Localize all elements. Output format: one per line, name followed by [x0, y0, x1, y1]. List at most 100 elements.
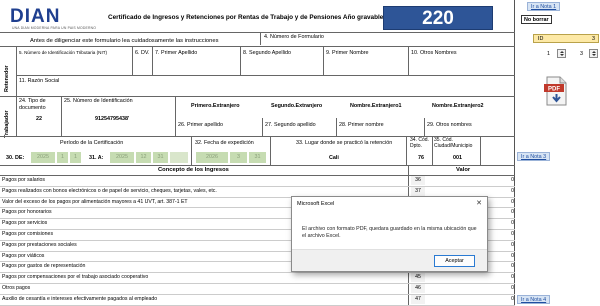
ext-header-2: Segundo.Extranjero: [271, 103, 323, 109]
row-label: Auxilio de cesantía e intereses efectiva…: [2, 295, 158, 302]
dian-logo: DIAN UNA DIAN MODERNA PARA UN PAIS MODER…: [10, 6, 96, 30]
row-label: Pagos por prestaciones sociales: [2, 241, 77, 248]
nota1-link[interactable]: Ir a Nota 1: [527, 2, 561, 11]
row-value[interactable]: 0: [507, 208, 514, 217]
de-day-field[interactable]: 1: [70, 152, 81, 163]
table-row: Pagos por salarios 36 0: [2, 176, 514, 185]
fecha-day-field[interactable]: 31: [249, 152, 266, 163]
primer-apellido-label: 7. Primer Apellido: [155, 50, 198, 56]
trab-otros-nombres-label: 29. Otros nombres: [427, 122, 472, 128]
page-from-spinner[interactable]: [557, 49, 566, 58]
no-borrar-label: No borrar: [521, 15, 552, 24]
row-label: Pagos por compensaciones por el trabajo …: [2, 274, 149, 281]
svg-text:PDF: PDF: [548, 87, 560, 93]
row-label: Valor del exceso de los pagos por alimen…: [2, 198, 188, 205]
ext-header-4: Nombre.Extranjero2: [432, 103, 484, 109]
de-month-field[interactable]: 1: [57, 152, 68, 163]
cod-depto-label: 34. Cód. Dpto.: [410, 137, 429, 149]
a-year-field[interactable]: 2025: [110, 152, 134, 163]
segundo-apellido-label: 8. Segundo Apellido: [243, 50, 291, 56]
row-value[interactable]: 0: [507, 295, 514, 304]
row-value[interactable]: 0: [507, 230, 514, 239]
page-to-spinner[interactable]: [589, 49, 598, 58]
row-value[interactable]: 0: [507, 262, 514, 271]
form-number-label: 4. Número de Formulario: [264, 34, 324, 40]
trab-primer-nombre-label: 28. Primer nombre: [339, 122, 384, 128]
excel-dialog: Microsoft Excel ✕ El archivo con formato…: [291, 196, 488, 272]
table-row: Otros pagos 46 0: [2, 284, 514, 293]
form-title: Certificado de Ingresos y Retenciones po…: [108, 14, 399, 21]
cod-ciudad-value: 001: [453, 155, 462, 161]
trabajador-section-label: Trabajador: [4, 110, 10, 138]
dv-label: 6. DV.: [135, 50, 150, 56]
form-number: 220: [383, 6, 493, 30]
row-value[interactable]: 0: [507, 273, 514, 282]
nota4-link[interactable]: Ir a Nota 4: [517, 295, 551, 304]
accept-button[interactable]: Aceptar: [434, 255, 475, 267]
ext-header-3: Nombre.Extranjero1: [350, 103, 402, 109]
dialog-footer: Aceptar: [292, 249, 487, 271]
de-year-field[interactable]: 2025: [31, 152, 55, 163]
row-label: Pagos por salarios: [2, 177, 45, 183]
dialog-title: Microsoft Excel: [297, 201, 335, 207]
nit-label: 5. Número de Identificación Tributaria (…: [19, 50, 108, 55]
tipo-documento-value: 22: [36, 116, 42, 122]
table-row: Auxilio de cesantía e intereses efectiva…: [2, 294, 514, 304]
ingresos-header-value: Valor: [456, 167, 471, 173]
numero-identificacion-label: 25. Número de Identificación: [64, 98, 133, 104]
row-number: 36: [411, 176, 425, 185]
row-label: Pagos por gastos de representación: [2, 263, 86, 270]
trab-primer-apellido-label: 26. Primer apellido: [178, 122, 223, 128]
cod-depto-value: 76: [418, 155, 424, 161]
row-value[interactable]: 0: [507, 198, 514, 207]
row-value[interactable]: 0: [507, 219, 514, 228]
row-label: Otros pagos: [2, 285, 31, 291]
id-label: ID: [538, 36, 544, 42]
row-number: 47: [411, 294, 425, 304]
row-value[interactable]: 0: [507, 284, 514, 293]
logo-text: DIAN: [10, 6, 61, 27]
trab-segundo-apellido-label: 27. Segundo apellido: [265, 122, 316, 128]
row-label: Pagos por honorarios: [2, 209, 52, 216]
row-label: Pagos realizados con bonos electrónicos …: [2, 187, 217, 194]
close-icon[interactable]: ✕: [476, 199, 482, 207]
lugar-retencion-value: Cali: [329, 155, 339, 161]
row-value[interactable]: 0: [507, 241, 514, 250]
fecha-expedicion-label: 32. Fecha de expedición: [195, 140, 254, 146]
periodo-spacer: [170, 152, 188, 163]
lugar-retencion-label: 33. Lugar donde se practicó la retención: [296, 140, 393, 146]
row-value[interactable]: 0: [507, 187, 514, 196]
numero-identificacion-value: 91254795438': [95, 116, 130, 122]
row-number: 37: [411, 186, 425, 196]
nota3-link[interactable]: Ir a Nota 3: [517, 152, 551, 161]
page-from-value: 1: [547, 51, 550, 57]
table-row: Pagos por compensaciones por el trabajo …: [2, 273, 514, 283]
a-day-field[interactable]: 31: [153, 152, 168, 163]
retenedor-section-label: Retenedor: [4, 65, 10, 92]
fecha-month-field[interactable]: 3: [230, 152, 247, 163]
row-label: Pagos por viáticos: [2, 252, 45, 259]
periodo-de-label: 30. DE:: [6, 155, 25, 161]
id-value: 3: [592, 36, 595, 42]
cod-ciudad-label: 35. Cód. Ciudad/Municipio: [434, 137, 473, 149]
ext-header-1: Primero.Extranjero: [191, 103, 240, 109]
row-value[interactable]: 0: [507, 176, 514, 185]
a-month-field[interactable]: 12: [136, 152, 151, 163]
periodo-label: Período de la Certificación: [60, 140, 124, 146]
primer-nombre-label: 9. Primer Nombre: [326, 50, 369, 56]
row-label: Pagos por comisiones: [2, 231, 54, 237]
id-field[interactable]: ID 3: [533, 34, 599, 43]
dialog-message: El archivo con formato PDF, quedara guar…: [302, 226, 477, 239]
otros-nombres-label: 10. Otros Nombres: [411, 50, 457, 56]
row-label: Pagos por servicios: [2, 220, 48, 227]
row-number: 45: [411, 273, 425, 283]
logo-subtitle: UNA DIAN MODERNA PARA UN PAIS MODERNO: [12, 26, 97, 30]
periodo-a-label: 31. A:: [89, 155, 104, 161]
row-value[interactable]: 0: [507, 252, 514, 261]
row-number: 46: [411, 284, 425, 293]
fecha-year-field[interactable]: 2026: [196, 152, 228, 163]
page-to-value: 3: [580, 51, 583, 57]
razon-social-label: 11. Razón Social: [19, 78, 60, 84]
instructions-text: Antes de diligenciar este formulario lea…: [30, 38, 219, 44]
pdf-download-icon[interactable]: PDF: [544, 76, 568, 106]
